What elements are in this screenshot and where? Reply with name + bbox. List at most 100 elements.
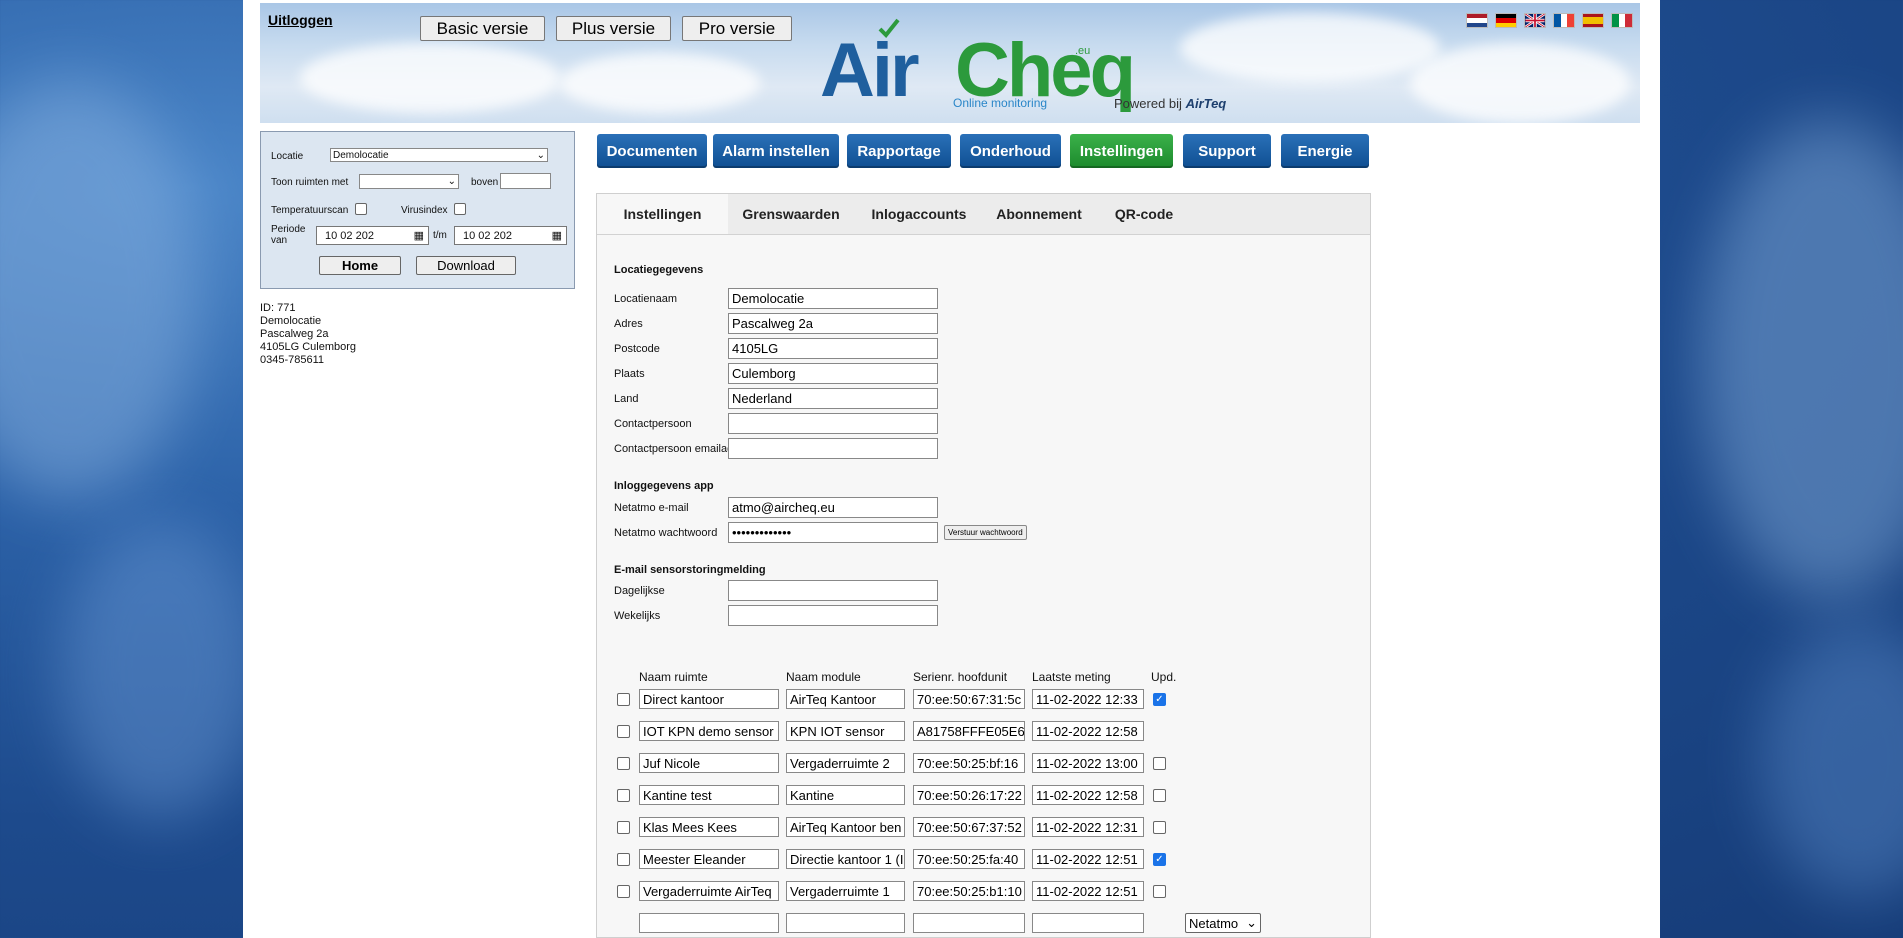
laatste-meting-input[interactable]: 11-02-2022 12:58 <box>1032 785 1144 805</box>
plus-version-button[interactable]: Plus versie <box>556 16 671 41</box>
nav-support[interactable]: Support <box>1183 134 1271 168</box>
serienr-input[interactable]: 70:ee:50:25:fa:40 <box>913 849 1025 869</box>
send-password-button[interactable]: Verstuur wachtwoord <box>944 525 1027 540</box>
laatste-meting-input[interactable]: 11-02-2022 12:33 <box>1032 689 1144 709</box>
plaats-input[interactable]: Culemborg <box>728 363 938 384</box>
adres-input[interactable]: Pascalweg 2a <box>728 313 938 334</box>
row-select-checkbox[interactable] <box>617 725 630 738</box>
naam-module-input[interactable]: Vergaderruimte 1 <box>786 881 905 901</box>
update-checkbox[interactable]: ✓ <box>1153 693 1166 706</box>
netatmo-email-label: Netatmo e-mail <box>614 502 689 514</box>
download-button[interactable]: Download <box>416 256 516 275</box>
naam-module-input[interactable]: AirTeq Kantoor <box>786 689 905 709</box>
naam-ruimte-input[interactable]: Kantine test <box>639 785 779 805</box>
flag-it-icon[interactable] <box>1611 13 1633 28</box>
naam-ruimte-input[interactable]: Juf Nicole <box>639 753 779 773</box>
update-checkbox[interactable] <box>1153 757 1166 770</box>
inloggegevens-title: Inloggegevens app <box>614 480 714 492</box>
naam-module-input[interactable]: KPN IOT sensor <box>786 721 905 741</box>
row-select-checkbox[interactable] <box>617 789 630 802</box>
temperatuurscan-label: Temperatuurscan <box>271 205 349 216</box>
row-select-checkbox[interactable] <box>617 853 630 866</box>
update-checkbox[interactable] <box>1153 789 1166 802</box>
serienr-input[interactable]: 70:ee:50:25:bf:16 <box>913 753 1025 773</box>
toon-ruimten-label: Toon ruimten met <box>271 177 349 188</box>
tab-qr-code[interactable]: QR-code <box>1094 194 1194 234</box>
tab-grenswaarden[interactable]: Grenswaarden <box>728 194 854 234</box>
new-laatste-meting-input[interactable] <box>1032 913 1144 933</box>
nav-onderhoud[interactable]: Onderhoud <box>960 134 1061 168</box>
sensor-type-value: Netatmo <box>1189 915 1239 931</box>
postcode-input[interactable]: 4105LG <box>728 338 938 359</box>
wekelijks-label: Wekelijks <box>614 610 661 622</box>
tab-inlogaccounts[interactable]: Inlogaccounts <box>854 194 984 234</box>
laatste-meting-input[interactable]: 11-02-2022 12:31 <box>1032 817 1144 837</box>
serienr-input[interactable]: 70:ee:50:25:b1:10 <box>913 881 1025 901</box>
wekelijks-input[interactable] <box>728 605 938 626</box>
nav-instellingen[interactable]: Instellingen <box>1070 134 1173 168</box>
dagelijkse-input[interactable] <box>728 580 938 601</box>
flag-es-icon[interactable] <box>1582 13 1604 28</box>
laatste-meting-input[interactable]: 11-02-2022 12:51 <box>1032 849 1144 869</box>
serienr-input[interactable]: 70:ee:50:67:31:5c <box>913 689 1025 709</box>
nav-alarm-instellen[interactable]: Alarm instellen <box>713 134 839 168</box>
date-from-value: 10 02 202 <box>325 229 374 242</box>
contactpersoon-input[interactable] <box>728 413 938 434</box>
tab-abonnement[interactable]: Abonnement <box>984 194 1094 234</box>
row-select-checkbox[interactable] <box>617 821 630 834</box>
tab-instellingen[interactable]: Instellingen <box>597 194 728 234</box>
nav-energie[interactable]: Energie <box>1281 134 1369 168</box>
naam-module-input[interactable]: AirTeq Kantoor ben <box>786 817 905 837</box>
serienr-input[interactable]: 70:ee:50:67:37:52 <box>913 817 1025 837</box>
new-naam-ruimte-input[interactable] <box>639 913 779 933</box>
land-input[interactable]: Nederland <box>728 388 938 409</box>
row-select-checkbox[interactable] <box>617 885 630 898</box>
address-name: Demolocatie <box>260 315 322 327</box>
new-naam-module-input[interactable] <box>786 913 905 933</box>
naam-module-input[interactable]: Directie kantoor 1 (I <box>786 849 905 869</box>
naam-module-input[interactable]: Kantine <box>786 785 905 805</box>
locatienaam-input[interactable]: Demolocatie <box>728 288 938 309</box>
laatste-meting-input[interactable]: 11-02-2022 12:51 <box>1032 881 1144 901</box>
serienr-input[interactable]: 70:ee:50:26:17:22 <box>913 785 1025 805</box>
date-to-input[interactable]: 10 02 202 ▦ <box>454 226 567 245</box>
serienr-input[interactable]: A81758FFFE05E6 <box>913 721 1025 741</box>
nav-rapportage[interactable]: Rapportage <box>847 134 951 168</box>
laatste-meting-input[interactable]: 11-02-2022 13:00 <box>1032 753 1144 773</box>
naam-ruimte-input[interactable]: Direct kantoor <box>639 689 779 709</box>
flag-gb-icon[interactable] <box>1524 13 1546 28</box>
naam-ruimte-input[interactable]: IOT KPN demo sensor <box>639 721 779 741</box>
virusindex-checkbox[interactable] <box>454 203 466 215</box>
laatste-meting-input[interactable]: 11-02-2022 12:58 <box>1032 721 1144 741</box>
boven-input[interactable] <box>500 173 551 189</box>
logout-link[interactable]: Uitloggen <box>268 12 333 28</box>
date-from-input[interactable]: 10 02 202 ▦ <box>316 226 429 245</box>
basic-version-button[interactable]: Basic versie <box>420 16 545 41</box>
new-serienr-input[interactable] <box>913 913 1025 933</box>
home-button[interactable]: Home <box>319 256 401 275</box>
netatmo-email-input[interactable]: atmo@aircheq.eu <box>728 497 938 518</box>
naam-module-input[interactable]: Vergaderruimte 2 <box>786 753 905 773</box>
flag-de-icon[interactable] <box>1495 13 1517 28</box>
pro-version-button[interactable]: Pro versie <box>682 16 792 41</box>
naam-ruimte-input[interactable]: Meester Eleander <box>639 849 779 869</box>
col-laatste-meting: Laatste meting <box>1032 670 1111 684</box>
row-select-checkbox[interactable] <box>617 757 630 770</box>
naam-ruimte-input[interactable]: Klas Mees Kees <box>639 817 779 837</box>
contact-email-input[interactable] <box>728 438 938 459</box>
sensor-type-select[interactable]: Netatmo ⌄ <box>1185 913 1261 933</box>
nav-documenten[interactable]: Documenten <box>597 134 707 168</box>
update-checkbox[interactable] <box>1153 821 1166 834</box>
update-checkbox[interactable]: ✓ <box>1153 853 1166 866</box>
row-select-checkbox[interactable] <box>617 693 630 706</box>
temperatuurscan-checkbox[interactable] <box>355 203 367 215</box>
col-naam-module: Naam module <box>786 670 861 684</box>
flag-nl-icon[interactable] <box>1466 13 1488 28</box>
naam-ruimte-input[interactable]: Vergaderruimte AirTeq <box>639 881 779 901</box>
netatmo-password-input[interactable]: ••••••••••••• <box>728 522 938 543</box>
locatie-select[interactable]: Demolocatie ⌄ <box>330 148 548 162</box>
update-checkbox[interactable] <box>1153 885 1166 898</box>
toon-ruimten-select[interactable]: ⌄ <box>359 174 459 189</box>
language-flags <box>1466 13 1633 28</box>
flag-fr-icon[interactable] <box>1553 13 1575 28</box>
